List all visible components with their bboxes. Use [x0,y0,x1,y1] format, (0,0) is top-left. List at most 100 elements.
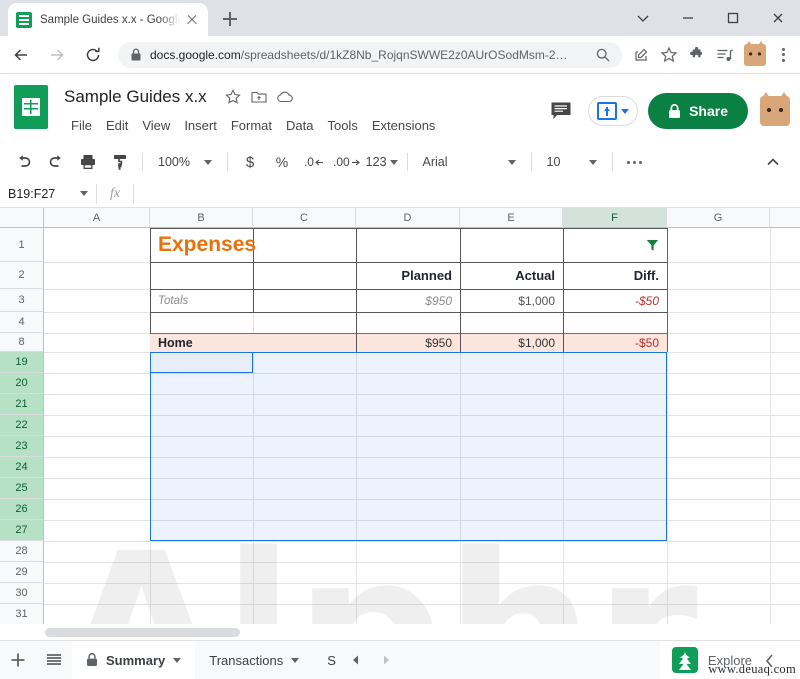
cloud-saved-icon[interactable] [273,85,297,109]
row-header-1[interactable]: 1 [0,228,44,262]
formula-input[interactable] [134,180,800,208]
increase-decimal-button[interactable]: .00 [333,149,360,175]
row-header-28[interactable]: 28 [0,541,44,562]
column-header-c[interactable]: C [253,208,356,228]
media-list-icon[interactable] [712,42,738,68]
spreadsheet-grid[interactable]: A B C D E F G 1 2 3 4 8 19 20 21 22 23 2… [0,208,800,624]
column-header-f[interactable]: F [563,208,667,228]
row-header-2[interactable]: 2 [0,262,44,289]
document-title[interactable]: Sample Guides x.x [64,87,207,107]
column-header-a[interactable]: A [44,208,150,228]
sheet-tab-transactions[interactable]: Transactions [195,641,313,679]
column-header-h[interactable] [770,208,800,228]
cat-avatar[interactable] [760,92,790,126]
column-header-d[interactable]: D [356,208,460,228]
row-header-21[interactable]: 21 [0,394,44,415]
row-header-29[interactable]: 29 [0,562,44,583]
cell-f3-totals-diff[interactable]: -$50 [563,289,663,312]
cell-f8-home-diff[interactable]: -$50 [563,333,663,352]
new-tab-button[interactable] [216,5,244,33]
close-icon[interactable] [184,12,200,28]
menu-edit[interactable]: Edit [99,116,135,135]
present-button[interactable] [588,96,639,126]
collapse-toolbar-icon[interactable] [760,149,786,175]
menu-insert[interactable]: Insert [177,116,224,135]
chevron-down-icon[interactable] [621,108,630,114]
add-sheet-icon[interactable] [0,641,36,679]
zoom-selector[interactable]: 100% [152,149,218,175]
percent-format-button[interactable]: % [269,149,295,175]
column-header-e[interactable]: E [460,208,563,228]
extensions-puzzle-icon[interactable] [684,42,710,68]
comment-icon[interactable] [544,96,578,126]
browser-tab[interactable]: Sample Guides x.x - Google Shee [8,3,208,36]
horizontal-scrollbar-thumb[interactable] [45,628,240,637]
close-window-icon[interactable] [755,0,800,36]
row-header-26[interactable]: 26 [0,499,44,520]
chevron-down-icon[interactable] [291,657,300,663]
bookmark-star-icon[interactable] [656,42,682,68]
row-header-8[interactable]: 8 [0,333,44,352]
prev-sheet-icon[interactable] [341,641,371,679]
cell-b1-title[interactable]: Expenses [154,228,260,262]
cell-e2-actual[interactable]: Actual [460,262,559,289]
reload-icon[interactable] [78,40,108,70]
menu-tools[interactable]: Tools [320,116,364,135]
filter-icon[interactable] [563,228,667,262]
cell-f2-diff[interactable]: Diff. [563,262,663,289]
google-sheets-logo[interactable] [14,85,48,129]
more-formats-button[interactable]: 123 [366,149,398,175]
cell-d8-home-planned[interactable]: $950 [356,333,456,352]
name-box[interactable]: B19:F27 [0,180,96,208]
menu-data[interactable]: Data [279,116,320,135]
menu-file[interactable]: File [64,116,99,135]
row-header-4[interactable]: 4 [0,312,44,333]
row-header-25[interactable]: 25 [0,478,44,499]
redo-icon[interactable] [43,149,69,175]
print-icon[interactable] [75,149,101,175]
menu-format[interactable]: Format [224,116,279,135]
row-header-22[interactable]: 22 [0,415,44,436]
font-selector[interactable]: Arial [417,149,522,175]
row-header-23[interactable]: 23 [0,436,44,457]
share-button[interactable]: Share [648,93,748,129]
sheet-tab-summary[interactable]: Summary [72,640,196,679]
cell-b3-totals[interactable]: Totals [154,289,192,312]
menu-view[interactable]: View [135,116,177,135]
font-size-selector[interactable]: 10 [541,149,603,175]
row-header-31[interactable]: 31 [0,604,44,624]
address-bar[interactable]: docs.google.com/spreadsheets/d/1kZ8Nb_Ro… [118,41,622,68]
cell-e3-totals-actual[interactable]: $1,000 [460,289,559,312]
search-icon[interactable] [592,44,614,66]
cell-b8-home[interactable]: Home [154,333,197,352]
row-header-3[interactable]: 3 [0,289,44,312]
active-cell-b19[interactable] [150,352,253,373]
menu-extensions[interactable]: Extensions [365,116,443,135]
maximize-icon[interactable] [710,0,755,36]
select-all-corner[interactable] [0,208,44,228]
chevron-down-icon[interactable] [620,0,665,36]
row-header-30[interactable]: 30 [0,583,44,604]
kebab-menu-icon[interactable] [770,42,796,68]
row-header-24[interactable]: 24 [0,457,44,478]
cell-d2-planned[interactable]: Planned [356,262,456,289]
all-sheets-icon[interactable] [36,641,72,679]
row-header-20[interactable]: 20 [0,373,44,394]
share-icon[interactable] [628,42,654,68]
cell-d3-totals-planned[interactable]: $950 [356,289,456,312]
column-header-g[interactable]: G [667,208,770,228]
next-sheet-icon[interactable] [371,641,401,679]
cell-e8-home-actual[interactable]: $1,000 [460,333,559,352]
undo-icon[interactable] [11,149,37,175]
back-icon[interactable] [6,40,36,70]
profile-avatar[interactable] [744,40,766,66]
row-header-27[interactable]: 27 [0,520,44,541]
more-options-icon[interactable] [622,149,648,175]
chevron-down-icon[interactable] [173,657,182,663]
star-icon[interactable] [221,85,245,109]
sheet-tab-clipped[interactable]: S [313,641,341,679]
forward-icon[interactable] [42,40,72,70]
currency-format-button[interactable]: $ [237,149,263,175]
row-header-19[interactable]: 19 [0,352,44,373]
minimize-icon[interactable] [665,0,710,36]
